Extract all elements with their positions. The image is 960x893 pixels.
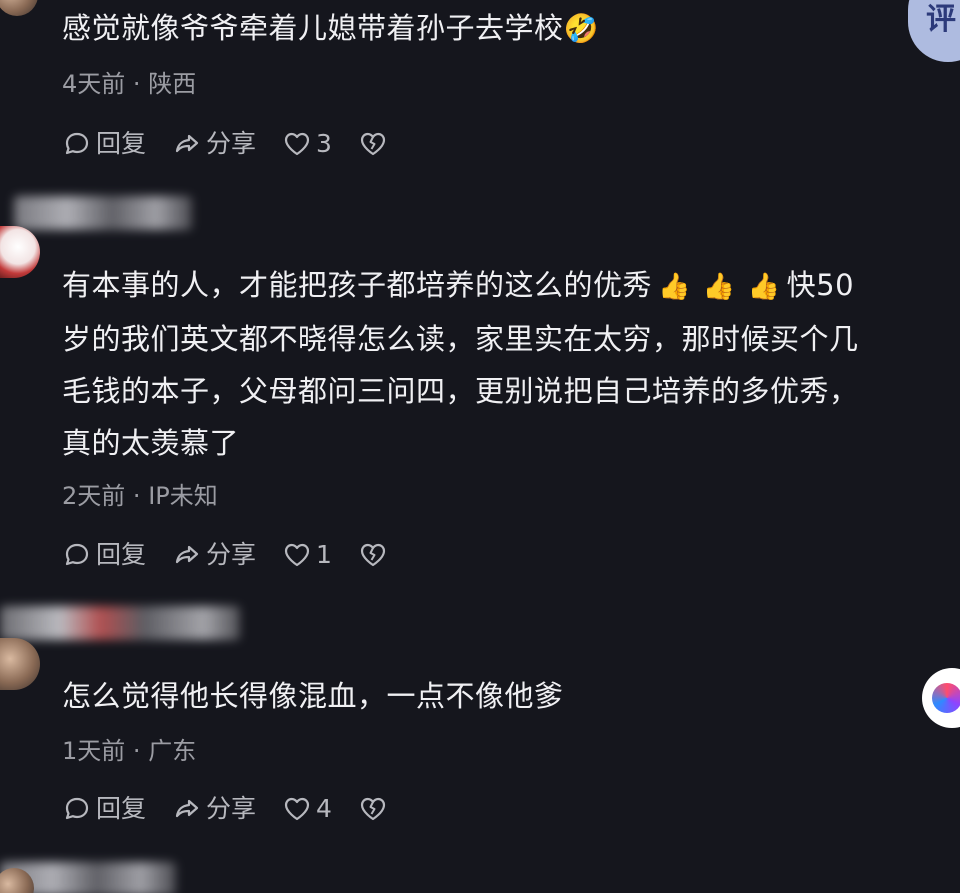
reply-label: 回复 bbox=[96, 129, 147, 158]
comment-line-text: 快50 bbox=[786, 268, 855, 302]
thumbs-up-emoji-icon: 👍 bbox=[658, 272, 691, 302]
reply-button[interactable]: 回复 bbox=[62, 791, 146, 827]
comment-line-text: 有本事的人，才能把孩子都培养的这么的优秀 bbox=[62, 268, 653, 302]
thumbs-up-emoji-icon: 👍 bbox=[702, 272, 736, 302]
dislike-button[interactable] bbox=[358, 540, 392, 570]
comment-body: 怎么觉得他长得像混血，一点不像他爹 bbox=[62, 679, 564, 713]
meta-separator: · bbox=[132, 737, 141, 765]
share-label: 分享 bbox=[206, 794, 257, 823]
comment-bubble-icon bbox=[65, 797, 89, 820]
assistant-icon bbox=[932, 683, 960, 713]
comment-text: 感觉就像爷爷牵着儿媳带着孙子去学校🤣 bbox=[62, 2, 946, 55]
reply-label: 回复 bbox=[96, 540, 147, 569]
heart-icon bbox=[284, 132, 310, 156]
share-label: 分享 bbox=[206, 129, 257, 158]
meta-separator: · bbox=[132, 70, 141, 98]
share-button[interactable]: 分享 bbox=[172, 537, 256, 573]
comment-bubble-icon bbox=[65, 132, 89, 155]
avatar[interactable] bbox=[0, 638, 40, 690]
comment-line: 毛钱的本子，父母都问三问四，更别说把自己培养的多优秀， bbox=[62, 374, 859, 408]
comment-time: 4天前 bbox=[62, 70, 126, 98]
reply-label: 回复 bbox=[96, 794, 147, 823]
comment-location: 广东 bbox=[148, 737, 197, 765]
comment-text: 有本事的人，才能把孩子都培养的这么的优秀 👍 👍 👍 快50 岁的我们英文都不晓得怎么读… bbox=[62, 259, 946, 469]
share-arrow-icon bbox=[175, 134, 199, 153]
comment-body: 感觉就像爷爷牵着儿媳带着孙子去学校 bbox=[62, 11, 564, 45]
like-button[interactable]: 4 bbox=[282, 791, 332, 827]
comment-actions: 回复 分享 1 bbox=[62, 537, 418, 573]
comment-time: 2天前 bbox=[62, 482, 126, 510]
comment-meta: 4天前 · 陕西 bbox=[62, 64, 196, 99]
share-button[interactable]: 分享 bbox=[172, 126, 256, 162]
like-count: 3 bbox=[316, 129, 332, 158]
comment-line: 真的太羡慕了 bbox=[62, 426, 240, 460]
laughing-emoji-icon: 🤣 bbox=[563, 12, 599, 45]
share-label: 分享 bbox=[206, 540, 257, 569]
comment-line: 岁的我们英文都不晓得怎么读，家里实在太穷，那时候买个几 bbox=[62, 322, 859, 356]
heart-icon bbox=[284, 543, 310, 567]
like-count: 4 bbox=[316, 794, 332, 823]
like-button[interactable]: 1 bbox=[282, 537, 332, 573]
heart-icon bbox=[284, 797, 310, 821]
share-arrow-icon bbox=[175, 545, 199, 564]
dislike-button[interactable] bbox=[358, 794, 392, 824]
username-blurred[interactable] bbox=[0, 606, 240, 640]
username-blurred[interactable] bbox=[14, 196, 192, 230]
comment-actions: 回复 分享 4 bbox=[62, 791, 418, 827]
comment-location: IP未知 bbox=[148, 482, 218, 510]
comment-time: 1天前 bbox=[62, 737, 126, 765]
meta-separator: · bbox=[132, 482, 141, 510]
broken-heart-icon bbox=[360, 797, 386, 821]
reply-button[interactable]: 回复 bbox=[62, 537, 146, 573]
like-button[interactable]: 3 bbox=[282, 126, 332, 162]
broken-heart-icon bbox=[360, 132, 386, 156]
comment-meta: 1天前 · 广东 bbox=[62, 731, 196, 766]
thumbs-up-emoji-icon: 👍 bbox=[747, 272, 781, 302]
dislike-button[interactable] bbox=[358, 129, 392, 159]
avatar[interactable] bbox=[0, 226, 40, 278]
avatar[interactable] bbox=[0, 0, 38, 16]
comment-actions: 回复 分享 3 bbox=[62, 126, 418, 162]
comment-location: 陕西 bbox=[148, 70, 197, 98]
like-count: 1 bbox=[316, 540, 332, 569]
comment-bubble-icon bbox=[65, 543, 89, 566]
comment-list-screen: 评 感觉就像爷爷牵着儿媳带着孙子去学校🤣 4天前 · 陕西 回复 分享 3 有本… bbox=[0, 0, 960, 893]
comment-text: 怎么觉得他长得像混血，一点不像他爹 bbox=[62, 670, 946, 722]
reply-button[interactable]: 回复 bbox=[62, 126, 146, 162]
comment-meta: 2天前 · IP未知 bbox=[62, 476, 218, 511]
share-button[interactable]: 分享 bbox=[172, 791, 256, 827]
broken-heart-icon bbox=[360, 543, 386, 567]
comment-line: 有本事的人，才能把孩子都培养的这么的优秀 👍 👍 👍 快50 bbox=[62, 259, 946, 313]
share-arrow-icon bbox=[175, 799, 199, 818]
